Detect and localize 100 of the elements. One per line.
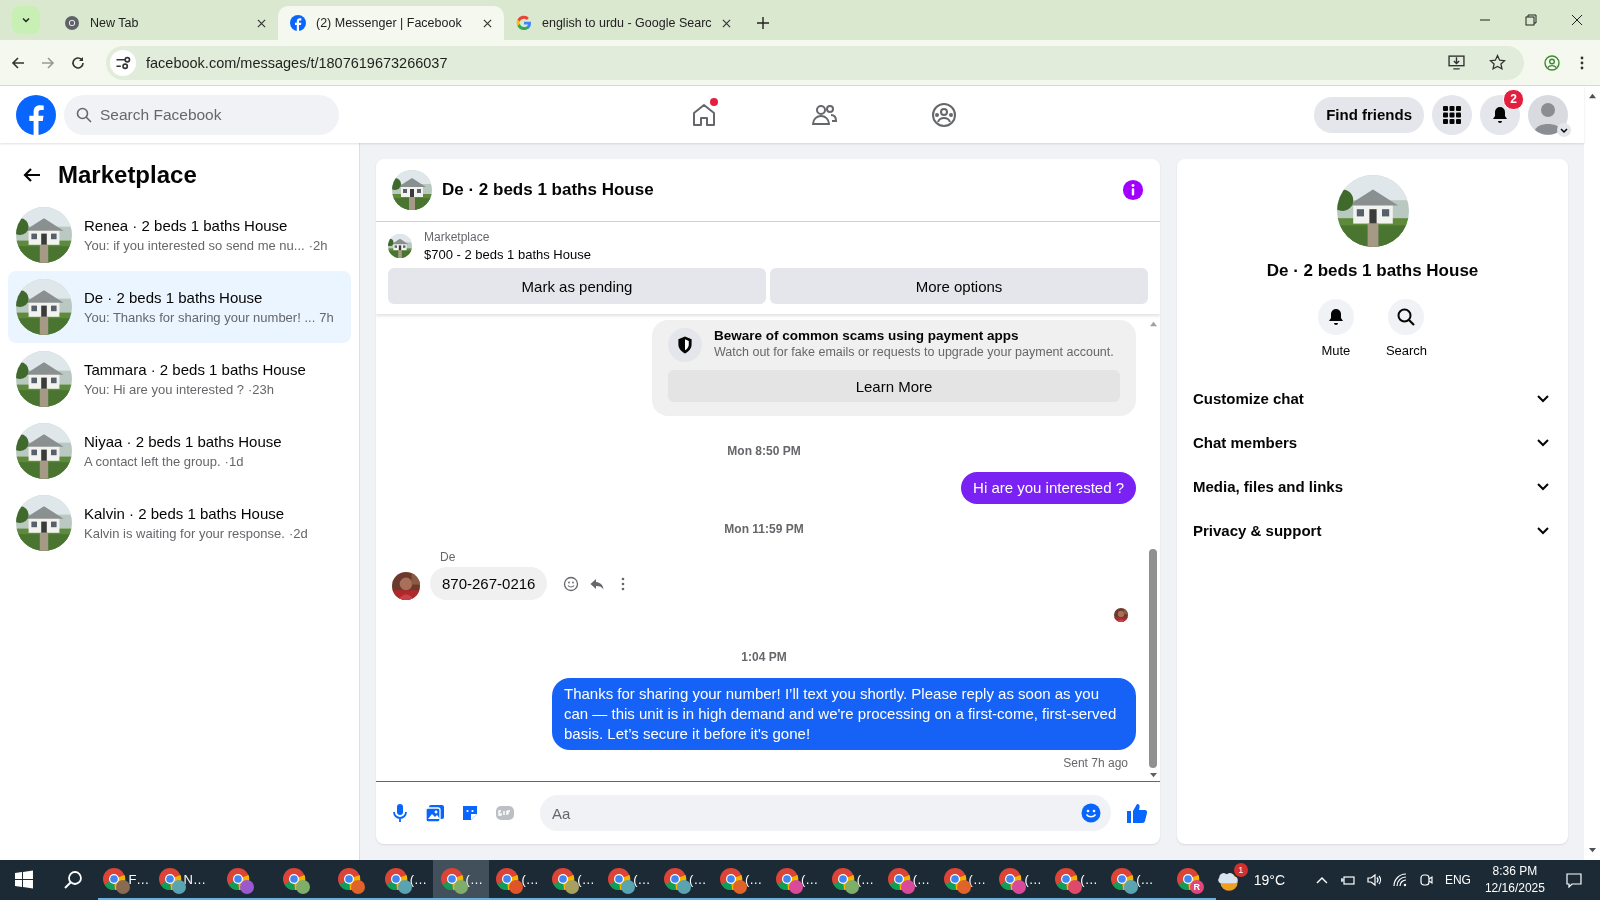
microphone-icon[interactable]	[390, 803, 410, 823]
accordion-item[interactable]: Privacy & support	[1193, 508, 1552, 552]
sent-message: Hi are you interested ?	[961, 472, 1136, 504]
forward-icon[interactable]	[40, 54, 56, 71]
taskbar-app[interactable]: (…	[992, 860, 1049, 900]
emoji-icon[interactable]	[563, 575, 580, 592]
chrome-icon	[64, 15, 80, 31]
timestamp: 1:04 PM	[741, 650, 787, 664]
chat-title: De · 2 beds 1 baths House	[442, 180, 654, 200]
search-field[interactable]: Search Facebook	[64, 94, 339, 135]
taskbar-app[interactable]: (…	[1048, 860, 1104, 900]
emoji-icon[interactable]	[1081, 803, 1101, 823]
taskbar-app[interactable]: (…	[656, 860, 713, 900]
chevron-down-icon[interactable]	[1557, 122, 1571, 137]
new-tab-icon[interactable]	[756, 17, 769, 29]
close-icon[interactable]	[721, 18, 731, 28]
browser-tab[interactable]: New Tab	[52, 6, 278, 40]
search-icon	[76, 106, 92, 123]
language-indicator[interactable]: ENG	[1444, 873, 1471, 887]
grid-icon	[1442, 104, 1462, 125]
find-friends-button[interactable]: Find friends	[1314, 96, 1424, 133]
sidebar-title: Marketplace	[58, 161, 197, 189]
taskbar-app[interactable]: (…	[433, 860, 490, 900]
star-icon[interactable]	[1489, 54, 1506, 71]
scroll-down-icon[interactable]	[1587, 847, 1597, 854]
conversation-name: Niyaa · 2 beds 1 baths House	[84, 433, 282, 450]
message-status: Sent 7h ago	[1063, 756, 1128, 770]
timestamp: Mon 8:50 PM	[727, 444, 801, 458]
timestamp: Mon 11:59 PM	[724, 522, 804, 536]
image-icon[interactable]	[425, 803, 445, 823]
clock-date[interactable]: 12/16/2025	[1484, 880, 1545, 897]
mute-button[interactable]	[1317, 299, 1354, 335]
menu-button[interactable]	[1432, 94, 1472, 135]
message-preview: You: if you interested so send me nu...	[84, 238, 305, 253]
learn-more-button[interactable]: Learn More	[668, 370, 1120, 402]
back-icon[interactable]	[10, 54, 26, 71]
received-message: 870-267-0216	[430, 567, 548, 600]
conversation-item[interactable]: Renea · 2 beds 1 baths House You: if you interested so send me nu... ·2h	[8, 199, 351, 271]
message-preview: You: Thanks for sharing your number! ...	[84, 310, 316, 325]
shield-icon	[668, 328, 702, 362]
accordion-item[interactable]: Chat members	[1193, 420, 1552, 464]
install-icon[interactable]	[1448, 54, 1465, 71]
message-time: ·2d	[288, 526, 308, 541]
conversation-item[interactable]: Niyaa · 2 beds 1 baths House A contact left the group. ·1d	[8, 415, 351, 487]
windows-icon[interactable]	[14, 870, 34, 890]
facebook-logo[interactable]	[16, 94, 56, 135]
site-settings-icon[interactable]	[110, 49, 136, 76]
taskbar-app[interactable]: (…	[936, 860, 993, 900]
scroll-up-icon[interactable]	[1587, 92, 1597, 99]
clock-time[interactable]: 8:36 PM	[1492, 863, 1538, 880]
info-icon[interactable]	[1122, 179, 1144, 201]
taskbar-app[interactable]: (…	[712, 860, 769, 900]
conversation-name: Tammara · 2 beds 1 baths House	[84, 361, 306, 378]
accordion-item[interactable]: Customize chat	[1193, 376, 1552, 420]
search-icon[interactable]	[62, 870, 83, 890]
browser-tab[interactable]: english to urdu - Google Searc	[504, 6, 743, 40]
scroll-down-icon[interactable]	[1148, 772, 1158, 779]
listing-button[interactable]: More options	[770, 268, 1148, 304]
conversation-name: De · 2 beds 1 baths House	[84, 289, 264, 306]
notifications-icon[interactable]	[1565, 872, 1582, 888]
listing-label: Marketplace	[424, 230, 491, 244]
groups-icon[interactable]	[930, 100, 958, 129]
temperature: 19°C	[1253, 872, 1286, 888]
close-icon[interactable]	[1571, 14, 1583, 26]
scrollbar-thumb[interactable]	[1149, 549, 1157, 768]
wifi-icon[interactable]	[1391, 872, 1408, 888]
conversation-item[interactable]: De · 2 beds 1 baths House You: Thanks for sharing your number! ... 7h	[8, 271, 351, 343]
listing-button[interactable]: Mark as pending	[388, 268, 766, 304]
close-icon[interactable]	[257, 18, 266, 28]
camera-icon[interactable]	[1417, 872, 1434, 888]
accordion-item[interactable]: Media, files and links	[1193, 464, 1552, 508]
taskbar-app[interactable]: (…	[600, 860, 657, 900]
profile-icon[interactable]	[1544, 54, 1560, 71]
conversation-item[interactable]: Tammara · 2 beds 1 baths House You: Hi are you interested ? ·23h	[8, 343, 351, 415]
taskbar-app[interactable]: R	[1159, 860, 1216, 900]
address-bar[interactable]: facebook.com/messages/t/1807619673266037	[106, 45, 1524, 80]
taskbar-app[interactable]: (…	[545, 860, 601, 900]
sender-name: De	[440, 550, 457, 564]
taskbar-app[interactable]: (…	[880, 860, 937, 900]
close-icon[interactable]	[483, 18, 492, 28]
sticker-icon[interactable]	[460, 803, 480, 823]
volume-icon[interactable]	[1365, 872, 1382, 888]
thumbs-up-icon[interactable]	[1126, 802, 1148, 824]
reload-icon[interactable]	[70, 54, 86, 71]
taskbar-app[interactable]: (…	[768, 860, 825, 900]
message-time: 7h	[319, 310, 334, 325]
taskbar-app[interactable]: F…	[97, 860, 154, 900]
restore-icon[interactable]	[1525, 14, 1537, 26]
message-time: ·23h	[247, 382, 274, 397]
taskbar-app[interactable]: (…	[1103, 860, 1160, 900]
conversation-name: Renea · 2 beds 1 baths House	[84, 217, 289, 234]
conversation-name: Kalvin · 2 beds 1 baths House	[84, 505, 286, 522]
taskbar-app[interactable]: (…	[824, 860, 881, 900]
taskbar-app[interactable]: N…	[153, 860, 210, 900]
search-button[interactable]	[1388, 299, 1425, 335]
conversation-item[interactable]: Kalvin · 2 beds 1 baths House Kalvin is waiting for your response. ·2d	[8, 487, 351, 559]
message-input[interactable]: Aa	[540, 795, 1111, 831]
notifications-button[interactable]	[1480, 94, 1520, 135]
taskbar-app[interactable]: (…	[489, 860, 546, 900]
browser-tab[interactable]: (2) Messenger | Facebook	[278, 6, 504, 40]
